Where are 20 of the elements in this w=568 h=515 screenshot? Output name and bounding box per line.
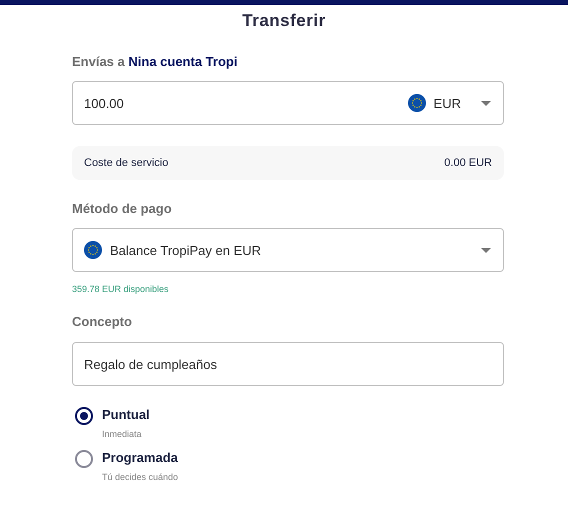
available-balance: 359.78 EUR disponibles bbox=[72, 284, 170, 294]
radio-button[interactable] bbox=[75, 407, 93, 425]
option-description: Tú decides cuándo bbox=[102, 472, 178, 482]
recipient-label: Envías a Nina cuenta Tropi bbox=[72, 54, 238, 69]
concept-field[interactable]: Regalo de cumpleaños bbox=[72, 342, 504, 386]
concept-label: Concepto bbox=[72, 314, 133, 329]
caret-icon bbox=[481, 248, 491, 252]
payment-method-label: Método de pago bbox=[72, 201, 173, 216]
option-description: Inmediata bbox=[102, 429, 143, 439]
caret-icon bbox=[481, 100, 491, 106]
option-label: Puntual bbox=[102, 407, 150, 422]
fee-value: 0.00 EUR bbox=[444, 157, 492, 169]
fee-label: Coste de servicio bbox=[84, 157, 168, 169]
payment-method-select[interactable]: Balance TropiPay en EUR bbox=[72, 228, 504, 272]
option-label: Programada bbox=[102, 450, 178, 465]
radio-button[interactable] bbox=[75, 450, 93, 468]
eu-flag-icon bbox=[84, 241, 102, 259]
eu-flag-icon bbox=[408, 94, 426, 112]
page-title: Transferir bbox=[242, 11, 326, 31]
amount-field[interactable]: 100.00 EUR bbox=[72, 81, 504, 125]
